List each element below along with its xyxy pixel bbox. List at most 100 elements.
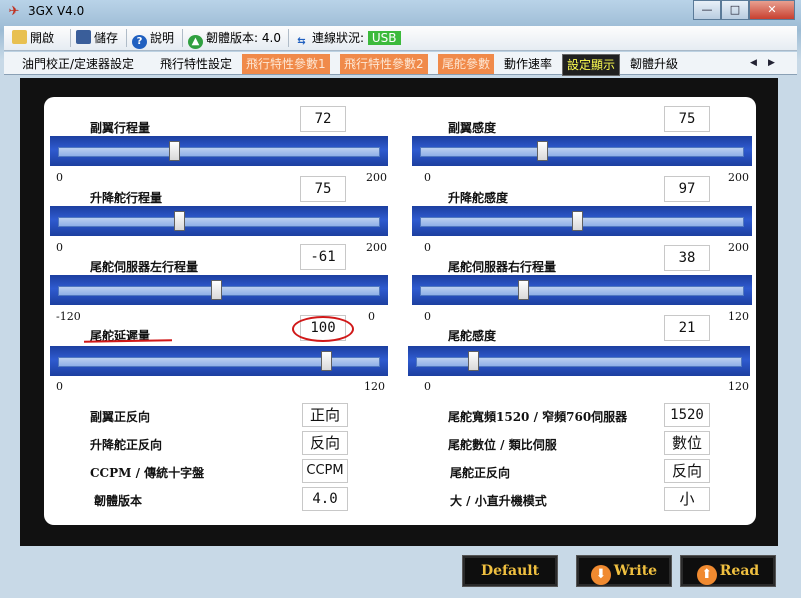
window-title: 3GX V4.0: [28, 4, 85, 18]
write-label: Write: [613, 563, 658, 579]
elevator-travel-value[interactable]: 75: [300, 176, 346, 202]
heli-size-mode-value[interactable]: 小: [664, 487, 710, 511]
toolbar-divider: [70, 29, 71, 47]
tab-flight-params-2[interactable]: 飛行特性參數2: [340, 54, 428, 74]
rudder-left-travel-value[interactable]: -61: [300, 244, 346, 270]
rudder-gain-slider[interactable]: [408, 346, 750, 376]
folder-icon: [12, 30, 27, 44]
firmware-version: ▲ 韌體版本: 4.0: [188, 29, 281, 49]
elevator-travel-thumb[interactable]: [173, 211, 185, 231]
tab-bar: 油門校正/定速器設定 飛行特性設定 飛行特性參數1 飛行特性參數2 尾舵參數 動…: [4, 52, 797, 76]
elevator-direction-label: 升降舵正反向: [90, 438, 163, 452]
rudder-left-travel-thumb[interactable]: [210, 280, 222, 300]
tab-flight-params-1[interactable]: 飛行特性參數1: [242, 54, 330, 74]
toolbar-divider: [288, 29, 289, 47]
rudder-left-travel-max: 0: [368, 310, 375, 323]
open-button[interactable]: 開啟: [12, 29, 54, 47]
elevator-travel-track: [58, 217, 380, 227]
rudder-right-travel-max: 120: [728, 310, 749, 323]
elevator-travel-slider[interactable]: [50, 206, 388, 236]
elevator-gain-slider[interactable]: [412, 206, 752, 236]
rudder-delay-thumb[interactable]: [321, 351, 333, 371]
main-window: ✈ 3GX V4.0 — □ ✕ 開啟 儲存 ? 說明 ▲ 韌體版本: 4.0 ⇆ 連…: [0, 0, 801, 598]
aileron-travel-max: 200: [366, 171, 387, 184]
tab-scroll-right-icon[interactable]: ▶: [768, 58, 775, 68]
aileron-gain-thumb[interactable]: [536, 141, 548, 161]
help-button[interactable]: ? 說明: [132, 29, 174, 49]
heli-size-mode-label: 大 / 小直升機模式: [450, 494, 547, 508]
connection-value: USB: [367, 31, 401, 45]
toolbar-divider: [182, 29, 183, 47]
rudder-left-travel-label: 尾舵伺服器左行程量: [90, 260, 199, 274]
elevator-direction-value[interactable]: 反向: [302, 431, 348, 455]
elevator-gain-label: 升降舵感度: [448, 191, 509, 205]
aileron-travel-label: 副翼行程量: [90, 121, 151, 135]
firmware-version-value: 4.0: [302, 487, 348, 511]
aileron-travel-thumb[interactable]: [168, 141, 180, 161]
connection-label: 連線狀況:: [312, 31, 365, 45]
minimize-icon[interactable]: —: [693, 0, 721, 20]
window-controls: — □ ✕: [693, 0, 795, 20]
tab-scroll-left-icon[interactable]: ◀: [750, 58, 757, 68]
tab-rudder-params[interactable]: 尾舵參數: [438, 54, 495, 74]
aileron-direction-value[interactable]: 正向: [302, 403, 348, 427]
elevator-travel-max: 200: [366, 241, 387, 254]
tab-throttle[interactable]: 油門校正/定速器設定: [18, 54, 138, 74]
rudder-right-travel-value[interactable]: 38: [664, 245, 710, 271]
firmware-value: 4.0: [261, 31, 281, 45]
read-button[interactable]: ⬆ Read: [680, 555, 776, 587]
floppy-icon: [76, 30, 91, 44]
firmware-version-label: 韌體版本: [94, 494, 143, 508]
open-label: 開啟: [30, 31, 55, 45]
rudder-delay-min: 0: [56, 380, 63, 393]
rudder-gain-thumb[interactable]: [468, 351, 480, 371]
aileron-gain-max: 200: [728, 171, 749, 184]
arrow-up-icon: ⬆: [696, 565, 717, 585]
rudder-servo-type-value[interactable]: 數位: [664, 431, 710, 455]
save-button[interactable]: 儲存: [76, 29, 118, 47]
tab-settings-display[interactable]: 設定顯示: [562, 54, 621, 76]
rudder-servo-type-label: 尾舵數位 / 類比伺服: [448, 438, 557, 452]
default-button[interactable]: Default: [462, 555, 558, 587]
rudder-servo-band-value[interactable]: 1520: [664, 403, 710, 427]
annotation-circle: [292, 316, 354, 342]
close-icon[interactable]: ✕: [749, 0, 795, 20]
rudder-servo-band-label: 尾舵寬頻1520 / 窄頻760伺服器: [448, 410, 628, 424]
tab-firmware-upgrade[interactable]: 韌體升級: [626, 54, 682, 74]
toolbar-divider: [126, 29, 127, 47]
rudder-left-travel-slider[interactable]: [50, 275, 388, 305]
rudder-right-travel-min: 0: [424, 310, 431, 323]
swashplate-type-label: CCPM / 傳統十字盤: [90, 466, 205, 480]
rudder-gain-track: [416, 357, 742, 367]
tab-flight-settings[interactable]: 飛行特性設定: [156, 54, 236, 74]
swap-arrows-icon: ⇆: [297, 36, 306, 47]
swashplate-type-value[interactable]: CCPM: [302, 459, 348, 483]
aileron-travel-track: [58, 147, 380, 157]
firmware-label: 韌體版本:: [206, 31, 259, 45]
aileron-gain-slider[interactable]: [412, 136, 752, 166]
aileron-travel-value[interactable]: 72: [300, 106, 346, 132]
aileron-travel-slider[interactable]: [50, 136, 388, 166]
aileron-gain-value[interactable]: 75: [664, 106, 710, 132]
rudder-right-travel-slider[interactable]: [412, 275, 752, 305]
elevator-travel-label: 升降舵行程量: [90, 191, 163, 205]
rudder-delay-slider[interactable]: [50, 346, 388, 376]
elevator-gain-thumb[interactable]: [572, 211, 584, 231]
rudder-gain-min: 0: [424, 380, 431, 393]
maximize-icon[interactable]: □: [721, 0, 749, 20]
rudder-right-travel-thumb[interactable]: [517, 280, 529, 300]
chip-icon: ▲: [188, 35, 203, 49]
write-button[interactable]: ⬇ Write: [576, 555, 672, 587]
rudder-direction-value[interactable]: 反向: [664, 459, 710, 483]
rudder-gain-value[interactable]: 21: [664, 315, 710, 341]
toolbar: 開啟 儲存 ? 說明 ▲ 韌體版本: 4.0 ⇆ 連線狀況: USB: [4, 26, 797, 51]
rudder-delay-max: 120: [364, 380, 385, 393]
aileron-travel-min: 0: [56, 171, 63, 184]
elevator-gain-value[interactable]: 97: [664, 176, 710, 202]
rudder-right-travel-label: 尾舵伺服器右行程量: [448, 260, 557, 274]
rudder-gain-max: 120: [728, 380, 749, 393]
elevator-gain-max: 200: [728, 241, 749, 254]
aileron-gain-track: [420, 147, 744, 157]
tab-action-rate[interactable]: 動作速率: [500, 54, 556, 74]
rudder-direction-label: 尾舵正反向: [450, 466, 511, 480]
